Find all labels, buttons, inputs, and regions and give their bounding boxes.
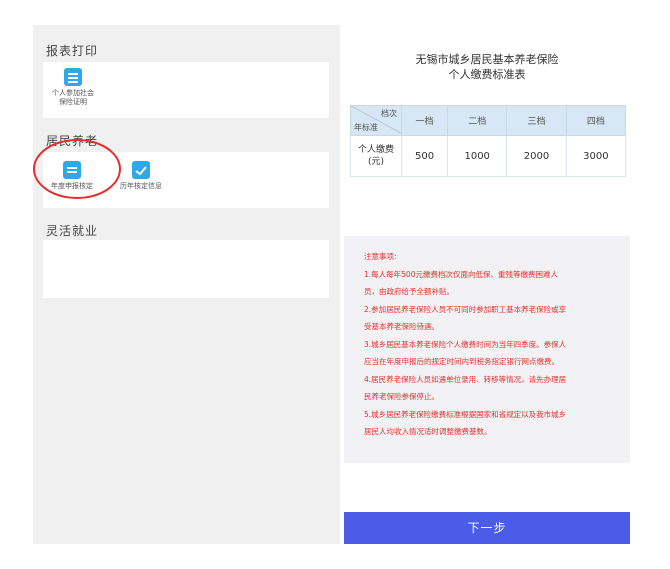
table-cell: 500 (400, 135, 449, 177)
tile-label-line1: 个人参加社会 (52, 89, 94, 97)
corner-bottom-label: 年标准 (354, 123, 378, 132)
checked-calendar-icon (132, 161, 150, 179)
section-title-flexible-employment: 灵活就业 (46, 224, 99, 238)
row-label-line1: 个人缴费 (357, 145, 394, 155)
notes-line: 4.居民养老保险人员如遇单位录用、转移等情况，请先办理居 (364, 374, 567, 384)
notes-line: 3.城乡居民基本养老保险个人缴费时间为当年四季度。参保人 (364, 339, 567, 349)
row-label-cell: 个人缴费 (元) (350, 135, 402, 177)
tile-label-line2: 保险证明 (59, 98, 87, 106)
table-cell: 1000 (447, 135, 508, 177)
red-circle-annotation (33, 139, 121, 199)
tile-label: 历年核定信息 (120, 182, 162, 190)
column-header: 三档 (506, 105, 567, 136)
row-label-line2: (元) (367, 157, 385, 167)
notes-line: 注意事项: (364, 252, 397, 261)
notes-line: 1.每人每年500元缴费档次仅面向低保、重残等缴费困难人 (364, 269, 558, 279)
fee-table-title: 无锡市城乡居民基本养老保险 个人缴费标准表 (344, 52, 630, 82)
column-header: 二档 (447, 105, 508, 136)
tile-history-info[interactable]: 历年核定信息 (113, 161, 169, 191)
table-header-row: 档次 年标准 一档 二档 三档 四档 (350, 105, 627, 136)
table-row: 个人缴费 (元) 500 1000 2000 3000 (350, 135, 627, 177)
document-icon (64, 68, 82, 86)
next-step-button[interactable]: 下一步 (344, 512, 630, 544)
notes-line: 2.参加居民养老保险人员不可同时参加职工基本养老保险或享 (364, 304, 567, 314)
column-header: 一档 (400, 105, 449, 136)
fee-standard-table: 档次 年标准 一档 二档 三档 四档 个人缴费 (元) 500 1000 200… (350, 105, 627, 177)
notes-line: 居民人均收入情况适时调整缴费基数。 (364, 427, 492, 436)
tile-insurance-certificate[interactable]: 个人参加社会 保险证明 (43, 68, 103, 107)
corner-top-label: 档次 (381, 109, 397, 118)
notes-line: 员，由政府给予全额补贴。 (364, 287, 454, 296)
column-header: 四档 (565, 105, 627, 136)
notes-line: 民养老保险参保停止。 (364, 392, 439, 401)
flexible-employment-card (43, 240, 329, 298)
notes-text: 注意事项: 1.每人每年500元缴费档次仅面向低保、重残等缴费困难人 员，由政府… (364, 248, 616, 441)
notes-line: 5.城乡居民养老保险缴费标准根据国家和省规定以及我市城乡 (364, 409, 567, 419)
right-panel: 无锡市城乡居民基本养老保险 个人缴费标准表 档次 年标准 一档 二档 三档 四档… (344, 25, 630, 544)
title-line2: 个人缴费标准表 (448, 68, 526, 81)
report-print-card: 个人参加社会 保险证明 (43, 62, 329, 118)
notes-panel: 注意事项: 1.每人每年500元缴费档次仅面向低保、重残等缴费困难人 员，由政府… (344, 236, 630, 463)
left-panel: 报表打印 个人参加社会 保险证明 居民养老 年度申报核定 历年核定信息 灵活就业 (33, 25, 340, 544)
notes-line: 应当在年度申报后的规定时间内到税务指定银行网点缴费。 (364, 357, 559, 366)
notes-line: 受基本养老保险待遇。 (364, 322, 439, 331)
table-cell: 2000 (506, 135, 567, 177)
section-title-report-print: 报表打印 (46, 44, 99, 58)
corner-header-cell: 档次 年标准 (350, 105, 402, 136)
table-cell: 3000 (565, 135, 627, 177)
title-line1: 无锡市城乡居民基本养老保险 (415, 53, 559, 66)
